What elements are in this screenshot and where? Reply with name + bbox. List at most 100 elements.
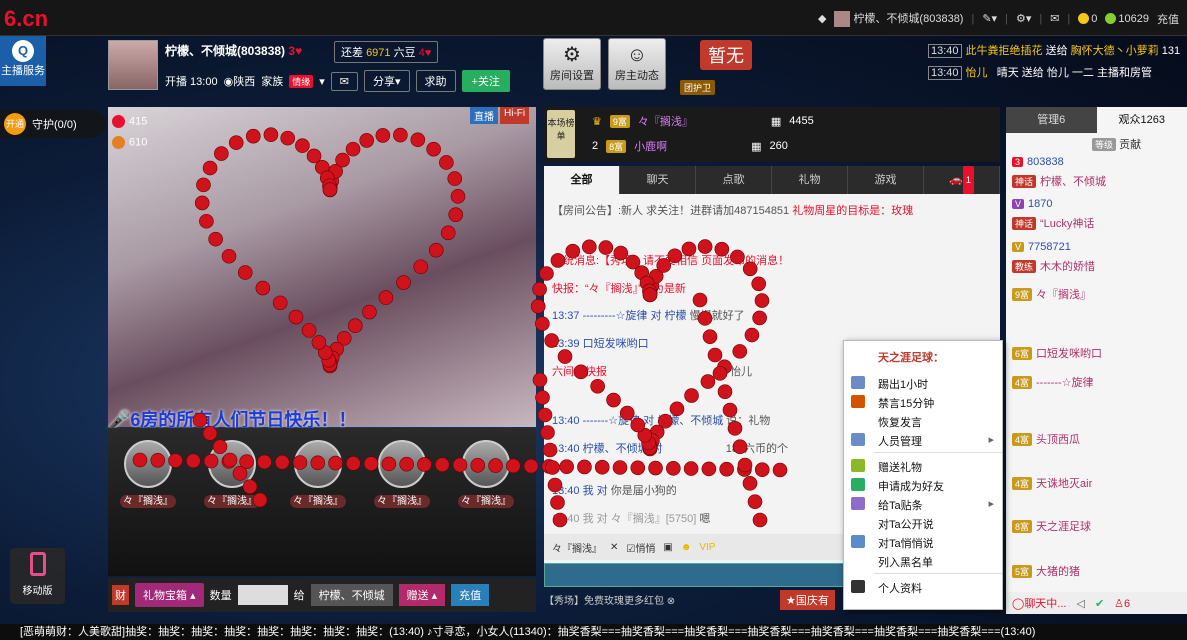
tab-viewers[interactable]: 观众1263 xyxy=(1096,107,1187,133)
audience-level-tag: 6富 xyxy=(1012,347,1033,360)
gear-icon[interactable]: ⚙▾ xyxy=(1016,12,1031,25)
audience-item[interactable]: 4富 天诛地灭air xyxy=(1012,475,1092,491)
audience-level-tag: 4富 xyxy=(1012,433,1033,446)
family-badge[interactable]: 情缘 xyxy=(289,74,314,88)
host-service-button[interactable]: Q 主播服务 xyxy=(0,36,46,86)
rank-badge: 本场榜单 xyxy=(547,110,575,158)
chat-target[interactable]: 々『搁浅』 xyxy=(552,540,602,555)
room-settings-button[interactable]: ⚙ 房间设置 xyxy=(543,38,601,90)
rank-level: 9富 xyxy=(609,114,630,128)
audience-item[interactable]: 神话 柠檬、不倾城 xyxy=(1012,173,1106,189)
seat[interactable]: 々『搁浅』 xyxy=(196,440,268,508)
emoji-icon[interactable]: ☻ xyxy=(681,542,692,553)
seat-name: 々『搁浅』 xyxy=(120,495,176,508)
mail-button[interactable]: ✉ xyxy=(330,71,358,91)
profile-icon xyxy=(851,580,865,593)
menu-item-kick[interactable]: 踢出1小时 xyxy=(844,373,1002,392)
host-avatar[interactable] xyxy=(108,40,158,90)
guard-team-tag[interactable]: 团护卫 xyxy=(680,80,716,95)
audience-item[interactable]: 4富 头顶西瓜 xyxy=(1012,431,1080,447)
audience-level-tag: V xyxy=(1012,199,1025,209)
tab-game[interactable]: 游戏 xyxy=(848,166,924,194)
menu-item-unmute[interactable]: 恢复发言 xyxy=(844,411,1002,430)
audience-item[interactable]: V 1870 xyxy=(1012,198,1053,210)
chevron-down-icon[interactable]: ▾ xyxy=(319,75,325,88)
audience-item[interactable]: 8富 天之涯足球 xyxy=(1012,518,1091,534)
star-icon: ★ xyxy=(786,595,796,607)
recipient-select[interactable]: 柠檬、不倾城 xyxy=(310,584,393,606)
user-menu[interactable]: 柠檬、不倾城(803838) xyxy=(834,10,963,28)
rank-row[interactable]: ♛ 9富 々『搁浅』 ▦ 4455 xyxy=(592,113,814,129)
gift-box-button[interactable]: 礼物宝箱 ▴ xyxy=(135,583,204,607)
seat[interactable]: 々『搁浅』 xyxy=(450,440,522,508)
menu-item-friend[interactable]: 申请成为好友 xyxy=(844,475,1002,494)
audience-item[interactable]: 4富 -------☆旋律 xyxy=(1012,374,1094,390)
tab-song[interactable]: 点歌 xyxy=(696,166,772,194)
menu-item-sticker[interactable]: 给Ta贴条 ▸ xyxy=(844,494,1002,513)
menu-item-gift[interactable]: 赠送礼物 xyxy=(844,456,1002,475)
gift-controls: 财 礼物宝箱 ▴ 数量 给 柠檬、不倾城 赠送 ▴ 充值 xyxy=(108,578,536,612)
wealth-icon xyxy=(112,115,125,128)
tab-chat[interactable]: 聊天 xyxy=(620,166,696,194)
recharge-link[interactable]: 充值 xyxy=(1157,11,1179,27)
shield-icon[interactable]: ◆ xyxy=(818,12,826,25)
guard-open-button[interactable]: 开通 xyxy=(4,113,26,135)
tab-admin[interactable]: 管理6 xyxy=(1006,107,1097,133)
seat[interactable]: 々『搁浅』 xyxy=(112,440,184,508)
chat-status-button[interactable]: ◯聊天中... xyxy=(1012,595,1066,611)
image-icon[interactable]: ▣ xyxy=(663,542,672,553)
video-stream[interactable] xyxy=(108,107,536,427)
megaphone-icon[interactable]: ◁ xyxy=(1076,597,1084,610)
audience-name: 口短发咪哟口 xyxy=(1036,348,1103,360)
menu-item-profile[interactable]: 个人资料 xyxy=(844,577,1002,596)
edit-icon[interactable]: ✎▾ xyxy=(982,12,997,25)
tab-car[interactable]: 🚗 1 xyxy=(924,166,1000,194)
mobile-version-button[interactable]: 移动版 xyxy=(10,548,65,604)
menu-item-blacklist[interactable]: 列入黑名单 xyxy=(844,551,1002,570)
car-icon: 🚗 xyxy=(949,174,963,186)
tab-gift[interactable]: 礼物 xyxy=(772,166,848,194)
share-button[interactable]: 分享▾ xyxy=(363,70,410,92)
room-settings-label: 房间设置 xyxy=(550,70,594,82)
close-icon[interactable]: ✕ xyxy=(610,542,618,553)
chat-line: 系统消息:【秀场】请不要相信 页面发布的消息！ xyxy=(552,255,790,267)
qty-input[interactable] xyxy=(237,585,288,605)
host-dynamics-button[interactable]: ☺ 房主动态 xyxy=(608,38,666,90)
whisper-checkbox[interactable]: ☑悄悄 xyxy=(626,540,655,555)
national-day-banner[interactable]: ★国庆有 xyxy=(780,590,835,610)
audience-item[interactable]: 教练 木木的娇惜 xyxy=(1012,258,1095,274)
follow-button[interactable]: +关注 xyxy=(461,70,510,92)
tab-all[interactable]: 全部 xyxy=(544,166,620,194)
menu-item-staff[interactable]: 人员管理 ▸ xyxy=(844,430,1002,449)
audience-name: 々『搁浅』 xyxy=(1036,289,1092,301)
mail-icon[interactable]: ✉ xyxy=(1050,12,1059,25)
menu-item-public-say[interactable]: 对Ta公开说 xyxy=(844,513,1002,532)
seat[interactable]: 々『搁浅』 xyxy=(366,440,438,508)
chat-input[interactable] xyxy=(544,563,844,587)
audience-item[interactable]: 5富 大猪的猪 xyxy=(1012,563,1080,579)
ask-button[interactable]: 求助 xyxy=(415,70,456,92)
vip-icon[interactable]: VIP xyxy=(699,542,715,553)
audience-item[interactable]: 6富 口短发咪哟口 xyxy=(1012,345,1102,361)
charge-button[interactable]: 充值 xyxy=(451,584,490,606)
menu-item-mute[interactable]: 禁言15分钟 xyxy=(844,392,1002,411)
hifi-tag[interactable]: Hi-Fi xyxy=(500,107,530,124)
audience-item[interactable]: V 7758721 xyxy=(1012,241,1071,253)
audience-item[interactable]: 9富 々『搁浅』 xyxy=(1012,286,1091,302)
send-button[interactable]: 赠送 ▴ xyxy=(398,584,446,606)
seat-avatar xyxy=(208,440,256,488)
site-logo[interactable]: 6.cn xyxy=(4,6,48,32)
contrib-header: 等级 贡献 xyxy=(1092,136,1141,152)
audience-item[interactable]: 神话 “Lucky神话 xyxy=(1012,215,1094,231)
close-icon[interactable]: ⊗ xyxy=(667,596,675,607)
qq-icon: Q xyxy=(12,40,34,62)
audience-item[interactable]: 3 803838 xyxy=(1012,156,1064,168)
seat-avatar xyxy=(378,440,426,488)
menu-item-whisper[interactable]: 对Ta悄悄说 xyxy=(844,532,1002,551)
rank-row[interactable]: 2 8富 小鹿啊 ▦ 260 xyxy=(592,138,788,154)
seat[interactable]: 々『搁浅』 xyxy=(282,440,354,508)
audience-name: “Lucky神话 xyxy=(1040,218,1095,230)
audience-level-tag: 神话 xyxy=(1012,217,1037,230)
check-icon[interactable]: ✔ xyxy=(1095,597,1104,610)
video-tags: 直播 Hi-Fi xyxy=(470,107,530,124)
